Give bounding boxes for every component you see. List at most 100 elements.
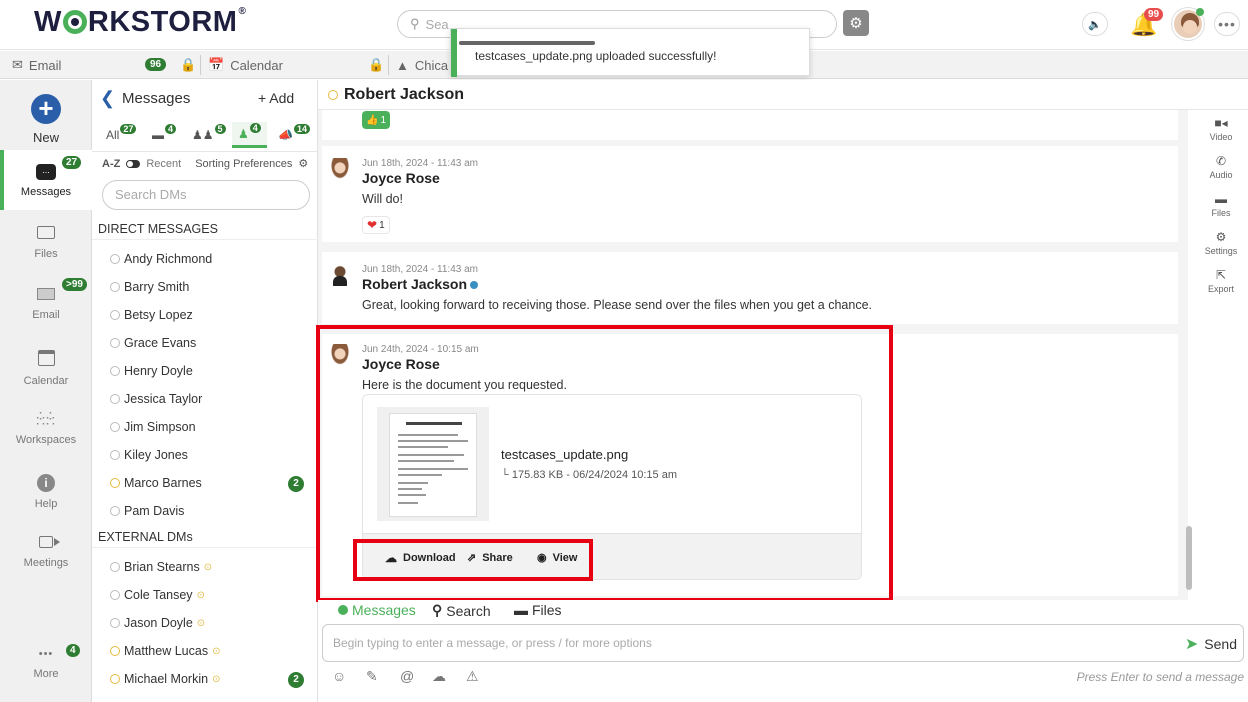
sorting-preferences-link[interactable]: Sorting Preferences [195,158,292,170]
dm-list-item[interactable]: Grace Evans [110,336,196,350]
file-name[interactable]: testcases_update.png [501,447,628,462]
dm-name: Marco Barnes [124,476,202,490]
workstorm-logo[interactable]: W RKSTORM® [34,6,246,39]
tab-chicago[interactable]: ▲ Chica [396,51,448,79]
add-conversation-button[interactable]: + Add [258,90,294,106]
share-button[interactable]: ⇗ Share [467,551,513,565]
dm-list-item[interactable]: Henry Doyle [110,364,193,378]
nav-help[interactable]: i Help [0,474,92,510]
more-options-button[interactable]: ••• [1214,12,1240,36]
presence-dot [110,282,120,292]
download-button[interactable]: ☁ Download [385,551,456,565]
send-button[interactable]: ➤ Send [1185,634,1237,654]
message-sender[interactable]: Joyce Rose [362,356,440,372]
rail-audio-button[interactable]: ✆ Audio [1194,154,1248,180]
dm-list-item[interactable]: Cole Tansey ⊙ [110,588,205,602]
dm-list-item[interactable]: Jim Simpson [110,420,196,434]
pencil-icon[interactable]: ✎ [366,668,378,685]
back-chevron-icon[interactable]: ❮ [100,88,115,109]
dm-list-item[interactable]: Brian Stearns ⊙ [110,560,212,574]
sort-toggle[interactable] [126,159,141,168]
dm-list-item[interactable]: Michael Morkin ⊙ [110,672,220,686]
dm-name: Cole Tansey [124,588,193,602]
dm-search-input[interactable]: Search DMs [102,180,310,210]
toast-accent-bar [451,29,457,77]
upload-success-toast[interactable]: testcases_update.png uploaded successful… [450,28,810,77]
emoji-icon[interactable]: ☺ [332,668,346,684]
send-hint: Press Enter to send a message [1076,670,1244,684]
dm-list-item[interactable]: Marco Barnes [110,476,202,490]
dm-list-item[interactable]: Kiley Jones [110,448,188,462]
chat-title: Robert Jackson [328,86,464,104]
chat-scrollbar[interactable] [1186,526,1192,590]
warning-icon[interactable]: ⚠ [466,668,479,685]
filter-badge: 27 [120,124,137,134]
message-composer-input[interactable]: Begin typing to enter a message, or pres… [322,624,1244,662]
tab-label: Email [28,57,62,73]
view-button[interactable]: ◉ View [537,551,577,565]
nav-calendar[interactable]: Calendar [0,350,92,387]
dm-list-item[interactable]: Barry Smith [110,280,189,294]
message-sender[interactable]: Joyce Rose [362,170,440,186]
nav-new[interactable]: + New [0,94,92,145]
tab-calendar[interactable]: 📅 Calendar [208,51,283,79]
filter-all[interactable]: All 27 [106,122,137,148]
rail-export-button[interactable]: ⇱ Export [1194,268,1248,294]
dm-list-item[interactable]: Betsy Lopez [110,308,193,322]
tab-email[interactable]: ✉ Email [12,51,61,79]
nav-files[interactable]: Files [0,226,92,260]
presence-dot [110,478,120,488]
dm-list-item[interactable]: Andy Richmond [110,252,212,266]
tab-files[interactable]: ▬ Files [514,602,562,618]
document-line [398,440,468,442]
message-filter-row: All 27 ▬ 4 ♟♟ 5 ♟ 4 📣 14 [92,116,318,152]
dm-name: Jessica Taylor [124,392,203,406]
dm-name: Andy Richmond [124,252,213,266]
nav-label: More [33,668,59,680]
avatar[interactable] [330,264,350,286]
gear-icon[interactable]: ⚙ [298,157,308,170]
dm-list-item[interactable]: Matthew Lucas ⊙ [110,644,220,658]
filter-folders[interactable]: ▬ 4 [152,122,177,148]
nav-meetings[interactable]: Meetings [0,536,92,569]
file-thumbnail[interactable] [377,407,489,521]
tab-search[interactable]: ⚲ Search [432,602,491,619]
calendar-icon: 📅 [208,57,225,72]
dm-list-item[interactable]: Jessica Taylor [110,392,202,406]
sound-toggle-button[interactable]: 🔈 [1082,12,1108,36]
dm-list-item[interactable]: Jason Doyle ⊙ [110,616,205,630]
nav-workspaces[interactable]: ∴∴ ∴∴ Workspaces [0,408,92,446]
rail-files-button[interactable]: ▬ Files [1194,192,1248,218]
message-sender[interactable]: Robert Jackson [362,276,479,292]
rail-settings-button[interactable]: ⚙ Settings [1194,230,1248,256]
mention-icon[interactable]: @ [400,668,414,684]
nav-more[interactable]: ••• More [0,648,92,702]
filter-announcements[interactable]: 📣 14 [278,122,310,148]
external-dms-header: EXTERNAL DMs [92,526,318,548]
nav-label: Messages [20,186,72,198]
message-text: Here is the document you requested. [362,378,567,392]
filter-direct[interactable]: ♟ 4 [232,122,267,148]
heart-reaction[interactable]: ❤ 1 [362,216,390,234]
search-icon: ⚲ [410,16,420,31]
rail-video-button[interactable]: ■◂ Video [1194,116,1248,142]
dm-name: Barry Smith [124,280,190,294]
tab-label: Search [446,602,491,619]
presence-indicator [1196,8,1204,16]
folder-icon: ▬ [1215,192,1227,206]
filter-groups[interactable]: ♟♟ 5 [192,122,226,148]
avatar[interactable] [330,344,350,366]
message-text: Will do! [362,192,403,206]
external-guest-icon: ⊙ [196,617,206,629]
chat-bubble-icon [338,605,348,615]
dm-list-item[interactable]: Pam Davis [110,504,184,518]
nav-email[interactable]: Email [0,288,92,321]
cloud-upload-icon[interactable]: ☁ [432,668,446,685]
building-icon: ▲ [396,57,409,73]
search-icon: ⚲ [432,602,443,618]
thumbs-up-reaction[interactable]: 👍 1 [362,111,391,129]
external-guest-icon: ⊙ [212,673,221,685]
search-settings-button[interactable]: ⚙ [843,10,869,36]
avatar[interactable] [330,158,350,180]
tab-messages[interactable]: Messages [338,602,416,618]
